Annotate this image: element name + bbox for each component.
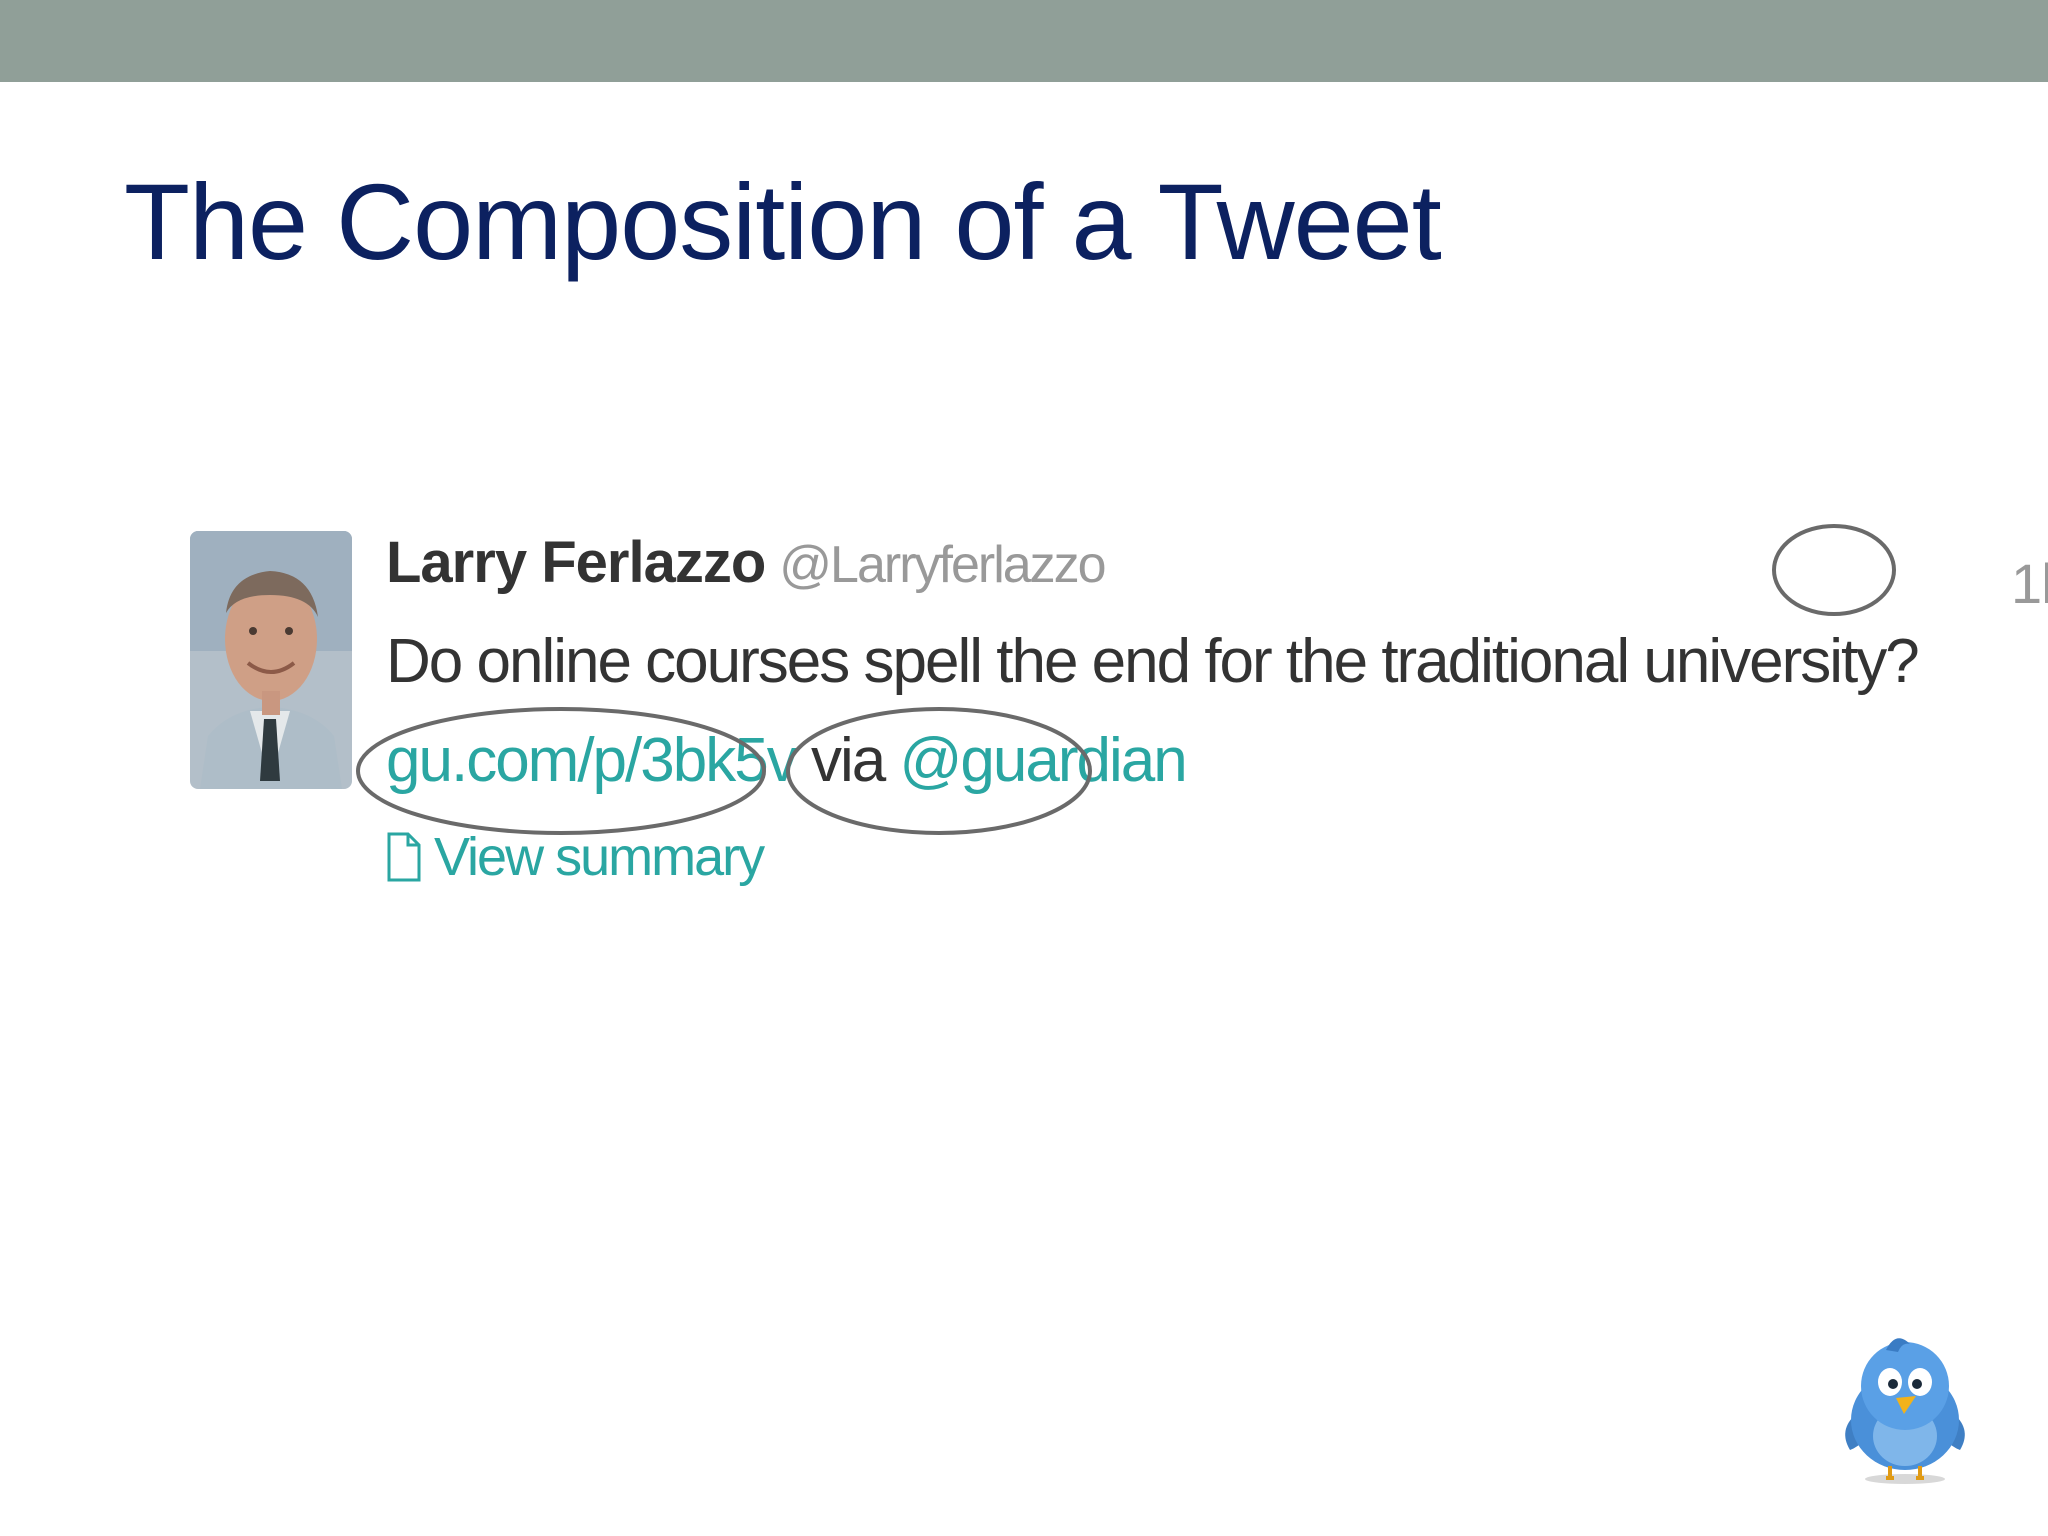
mention-link[interactable]: @guardian	[899, 726, 1187, 795]
tweet-link[interactable]: gu.com/p/3bk5v	[386, 726, 798, 795]
tweet-links-line: gu.com/p/3bk5v via @guardian	[386, 730, 1188, 792]
tweet-card: Larry Ferlazzo @Larryferlazzo Do online c…	[190, 528, 2048, 928]
tweet-text: Do online courses spell the end for the …	[386, 627, 1920, 696]
tweet-timestamp[interactable]: 1h	[2011, 556, 2048, 612]
via-text: via	[810, 726, 886, 795]
author-name[interactable]: Larry Ferlazzo	[386, 530, 766, 595]
view-summary-label: View summary	[434, 827, 765, 887]
top-banner	[0, 0, 2048, 82]
avatar[interactable]	[190, 531, 352, 789]
avatar-photo-icon	[190, 531, 352, 789]
twitter-bird-icon	[1845, 1338, 1965, 1484]
author-handle[interactable]: @Larryferlazzo	[779, 536, 1106, 594]
tweet-header: Larry Ferlazzo @Larryferlazzo	[386, 534, 1107, 594]
document-icon	[387, 832, 421, 882]
slide-title: The Composition of a Tweet	[124, 161, 1442, 282]
view-summary-link[interactable]: View summary	[386, 827, 765, 887]
